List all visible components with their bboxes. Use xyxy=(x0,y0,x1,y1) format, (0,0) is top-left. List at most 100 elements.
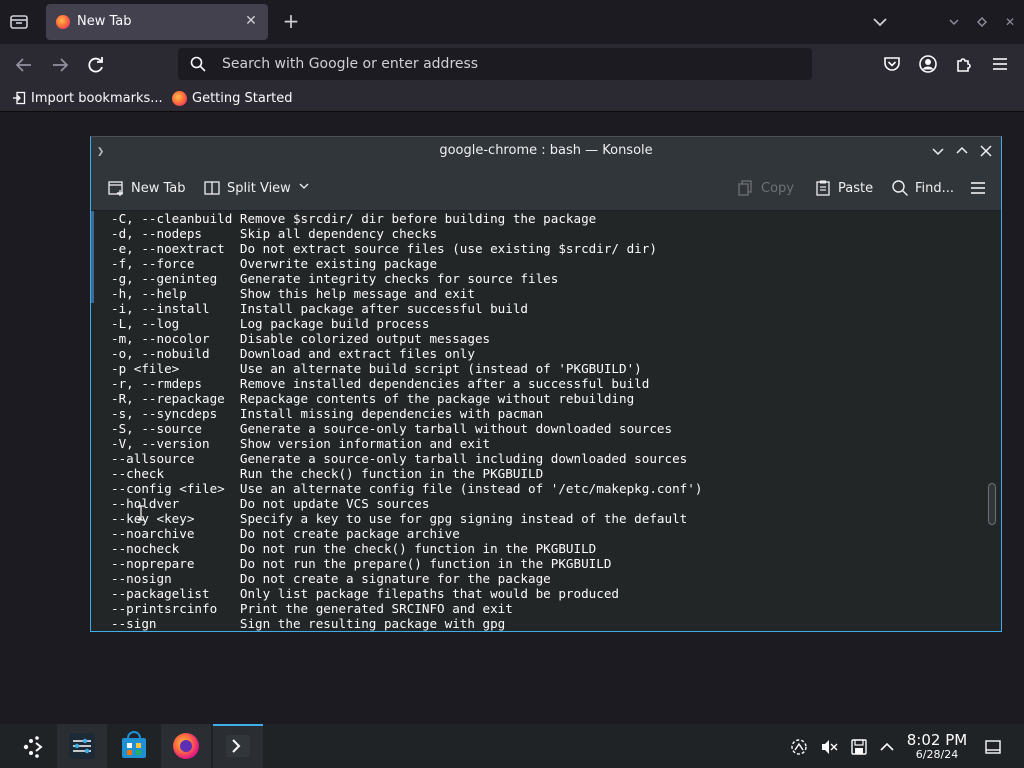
tray-expand-chevron-icon[interactable] xyxy=(877,737,897,757)
terminal-lines: -C, --cleanbuild Remove $srcdir/ dir bef… xyxy=(111,211,702,631)
task-konsole[interactable] xyxy=(213,724,263,768)
hamburger-menu-button[interactable] xyxy=(969,177,987,199)
firefox-icon xyxy=(173,733,199,759)
close-window-icon[interactable]: ✕ xyxy=(1000,12,1020,32)
bookmark-label: Import bookmarks... xyxy=(31,90,163,106)
terminal-line: --nocheck Do not run the check() functio… xyxy=(111,541,597,556)
show-desktop-icon[interactable] xyxy=(983,737,1003,757)
konsole-icon xyxy=(226,735,250,757)
terminal-line: --noarchive Do not create package archiv… xyxy=(111,526,460,541)
konsole-window: ❯ google-chrome : bash — Konsole New Tab… xyxy=(90,136,1002,632)
terminal-scrollbar[interactable] xyxy=(983,211,1001,631)
tab-close-icon[interactable]: ✕ xyxy=(242,12,260,30)
paste-button[interactable]: Paste xyxy=(814,177,873,199)
terminal-line: -r, --rmdeps Remove installed dependenci… xyxy=(111,376,650,391)
volume-muted-icon[interactable] xyxy=(819,737,839,757)
terminal-line: --printsrcinfo Print the generated SRCIN… xyxy=(111,601,513,616)
browser-navigation-bar xyxy=(0,44,1024,84)
browser-tab-bar: New Tab ✕ + ✕ xyxy=(0,0,1024,44)
terminal-line: --key <key> Specify a key to use for gpg… xyxy=(111,511,688,526)
copy-icon xyxy=(737,179,755,197)
konsole-toolbar: New Tab Split View Copy Paste Find... xyxy=(91,165,1001,211)
bookmark-label: Getting Started xyxy=(192,90,293,106)
terminal-line: -h, --help Show this help message and ex… xyxy=(111,286,475,301)
minimize-chevron-icon[interactable] xyxy=(944,12,964,32)
terminal-line: -s, --syncdeps Install missing dependenc… xyxy=(111,406,544,421)
maximize-icon[interactable] xyxy=(952,141,972,161)
find-label: Find... xyxy=(915,180,955,196)
new-tab-icon xyxy=(107,179,125,197)
task-discover[interactable] xyxy=(109,724,159,768)
close-icon[interactable] xyxy=(976,141,996,161)
clock-date[interactable]: 6/28/24 xyxy=(900,748,974,761)
text-cursor-ibeam-icon xyxy=(138,505,144,521)
terminal-line: -i, --install Install package after succ… xyxy=(111,301,529,316)
copy-button[interactable]: Copy xyxy=(737,177,794,199)
pocket-icon[interactable] xyxy=(881,53,903,75)
address-bar[interactable] xyxy=(178,48,812,80)
find-button[interactable]: Find... xyxy=(891,177,954,199)
firefox-icon xyxy=(172,90,187,106)
new-tab-button[interactable]: New Tab xyxy=(107,177,186,199)
bookmark-getting-started[interactable]: Getting Started xyxy=(172,89,293,107)
terminal-line: -f, --force Overwrite existing package xyxy=(111,256,438,271)
new-tab-plus-icon[interactable]: + xyxy=(280,10,302,32)
terminal-line: --allsource Generate a source-only tarba… xyxy=(111,451,688,466)
terminal-line: --config <file> Use an alternate config … xyxy=(111,481,703,496)
storage-save-icon[interactable] xyxy=(849,737,869,757)
terminal-line: -V, --version Show version information a… xyxy=(111,436,491,451)
firefox-view-icon[interactable] xyxy=(8,12,30,32)
terminal-line: -g, --geninteg Generate integrity checks… xyxy=(111,271,559,286)
search-icon xyxy=(891,179,909,197)
clock-time[interactable]: 8:02 PM xyxy=(900,731,974,749)
account-icon[interactable] xyxy=(917,53,939,75)
tab-title: New Tab xyxy=(77,14,132,29)
discover-store-icon xyxy=(122,731,146,758)
konsole-titlebar[interactable]: ❯ google-chrome : bash — Konsole xyxy=(91,137,1001,165)
firefox-favicon-icon xyxy=(56,15,70,29)
terminal-line: --noprepare Do not run the prepare() fun… xyxy=(111,556,612,571)
network-icon[interactable] xyxy=(789,737,809,757)
terminal-line: -p <file> Use an alternate build script … xyxy=(111,361,642,376)
tab-new-tab[interactable]: New Tab ✕ xyxy=(46,4,268,40)
bookmarks-toolbar: Import bookmarks... Getting Started xyxy=(0,84,1024,112)
terminal-line: -S, --source Generate a source-only tarb… xyxy=(111,421,673,436)
task-firefox[interactable] xyxy=(161,724,211,768)
split-view-icon xyxy=(203,179,221,197)
scrollback-marker xyxy=(91,211,94,303)
terminal-line: --nosign Do not create a signature for t… xyxy=(111,571,551,586)
extensions-puzzle-icon[interactable] xyxy=(953,53,975,75)
terminal-line: --packagelist Only list package filepath… xyxy=(111,586,619,601)
task-system-settings[interactable] xyxy=(57,724,107,768)
new-tab-label: New Tab xyxy=(131,180,186,196)
terminal-line: -e, --noextract Do not extract source fi… xyxy=(111,241,657,256)
import-icon xyxy=(12,91,26,105)
taskbar: 8:02 PM 6/28/24 xyxy=(0,724,1024,768)
paste-clipboard-icon xyxy=(814,179,832,197)
terminal-line: -C, --cleanbuild Remove $srcdir/ dir bef… xyxy=(111,211,597,226)
maximize-diamond-icon[interactable] xyxy=(972,12,992,32)
split-view-label: Split View xyxy=(227,180,291,196)
terminal-line: -d, --nodeps Skip all dependency checks xyxy=(111,226,438,241)
scrollbar-thumb[interactable] xyxy=(988,483,996,525)
back-arrow-icon[interactable] xyxy=(13,54,35,76)
menu-hamburger-icon xyxy=(969,179,987,197)
search-input[interactable] xyxy=(222,48,782,80)
minimize-icon[interactable] xyxy=(928,141,948,161)
chevron-down-icon xyxy=(297,179,311,197)
list-all-tabs-chevron-icon[interactable] xyxy=(870,12,890,32)
system-settings-icon xyxy=(69,733,95,759)
window-title: google-chrome : bash — Konsole xyxy=(439,143,653,158)
terminal-line: -R, --repackage Repackage contents of th… xyxy=(111,391,635,406)
split-view-button[interactable]: Split View xyxy=(203,177,311,199)
paste-label: Paste xyxy=(838,180,874,196)
terminal-line: --holdver Do not update VCS sources xyxy=(111,496,430,511)
forward-arrow-icon[interactable] xyxy=(49,54,71,76)
reload-icon[interactable] xyxy=(85,54,107,76)
copy-label: Copy xyxy=(761,180,794,196)
menu-hamburger-icon[interactable] xyxy=(989,53,1011,75)
terminal-output[interactable]: -C, --cleanbuild Remove $srcdir/ dir bef… xyxy=(91,211,983,631)
terminal-line: -L, --log Log package build process xyxy=(111,316,430,331)
application-launcher-icon[interactable] xyxy=(20,734,46,760)
bookmark-import[interactable]: Import bookmarks... xyxy=(12,89,163,107)
